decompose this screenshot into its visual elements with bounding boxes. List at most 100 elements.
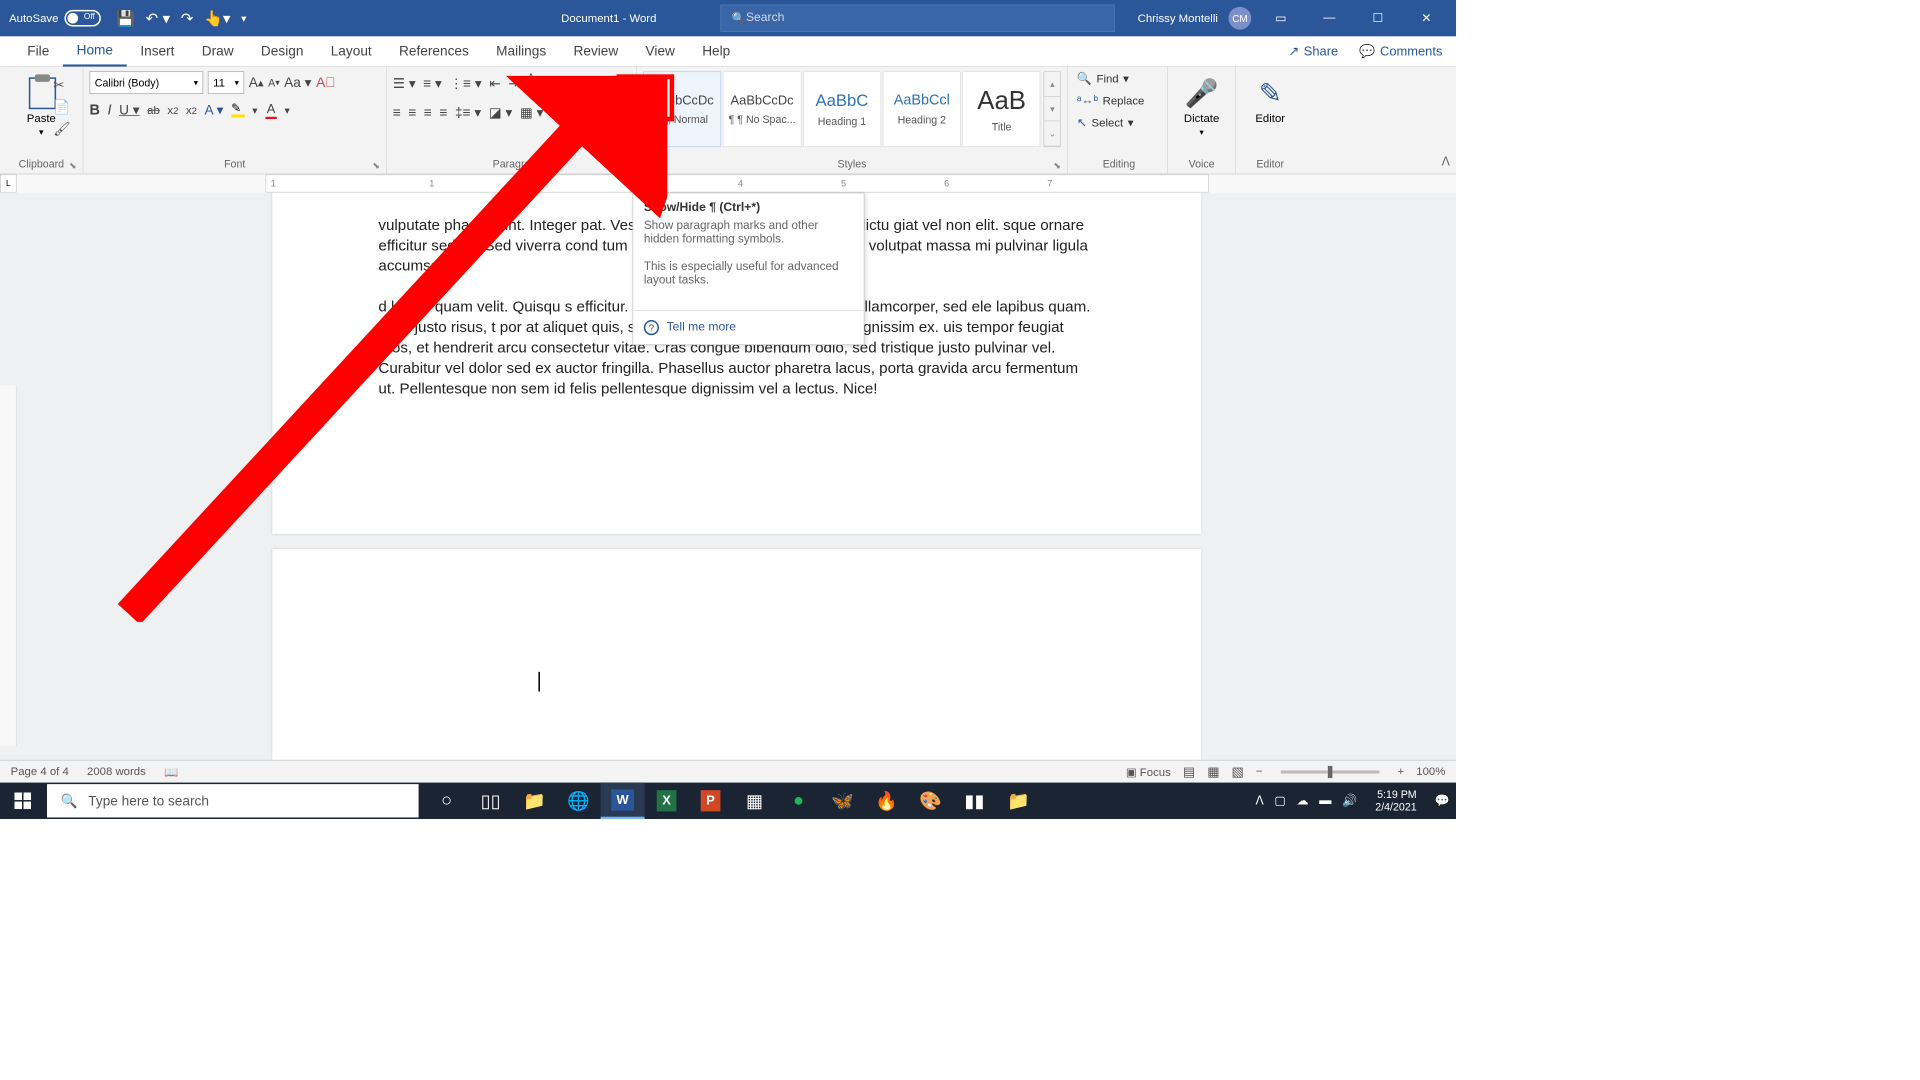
user-name[interactable]: Chrissy Montelli — [1138, 12, 1218, 25]
font-color-icon[interactable]: A — [265, 102, 277, 119]
style-nospacing[interactable]: AaBbCcDc¶ No Spac... — [723, 71, 801, 147]
document-page-2[interactable] — [272, 549, 1201, 783]
sort-icon[interactable]: AZ — [527, 71, 534, 95]
search-input[interactable] — [746, 11, 1103, 25]
vertical-ruler[interactable] — [0, 385, 17, 746]
app-icon-1[interactable]: 🦋 — [821, 783, 865, 819]
decrease-indent-icon[interactable]: ⇤ — [489, 75, 500, 91]
editor-button[interactable]: Editor — [1242, 112, 1298, 125]
volume-icon[interactable]: 🔊 — [1342, 793, 1357, 808]
file-explorer-icon[interactable]: 📁 — [513, 783, 557, 819]
ribbon-display-icon[interactable]: ▭ — [1262, 0, 1300, 36]
clipboard-dialog-launcher[interactable]: ⬊ — [69, 160, 80, 171]
style-title[interactable]: AaBTitle — [962, 71, 1040, 147]
redo-icon[interactable]: ↷ — [181, 9, 194, 28]
spotify-icon[interactable]: ● — [777, 783, 821, 819]
underline-button[interactable]: U ▾ — [119, 102, 140, 118]
dictate-button[interactable]: Dictate▾ — [1174, 112, 1229, 138]
styles-dialog-launcher[interactable]: ⬊ — [1053, 160, 1064, 171]
bullets-icon[interactable]: ☰ ▾ — [393, 75, 416, 91]
tray-icon-1[interactable]: ▢ — [1274, 793, 1285, 808]
italic-button[interactable]: I — [107, 102, 111, 119]
superscript-button[interactable]: x2 — [186, 104, 197, 117]
touch-mode-icon[interactable]: 👆▾ — [204, 9, 231, 28]
share-button[interactable]: ↗Share — [1288, 44, 1338, 59]
maximize-icon[interactable]: ☐ — [1359, 0, 1397, 36]
paste-icon[interactable] — [27, 74, 56, 109]
multilevel-icon[interactable]: ⋮≡ ▾ — [449, 75, 481, 91]
cortana-icon[interactable]: ○ — [425, 783, 469, 819]
undo-icon[interactable]: ↶ ▾ — [146, 9, 171, 28]
tab-review[interactable]: Review — [560, 36, 632, 66]
subscript-button[interactable]: x2 — [167, 104, 178, 117]
notifications-icon[interactable]: 💬 — [1435, 793, 1450, 808]
zoom-in-icon[interactable]: + — [1398, 765, 1405, 778]
select-button[interactable]: ↖Select ▾ — [1077, 115, 1161, 130]
highlight-icon[interactable] — [231, 104, 245, 118]
zoom-out-icon[interactable]: − — [1256, 765, 1263, 778]
app-icon-2[interactable]: 🔥 — [865, 783, 909, 819]
align-left-icon[interactable]: ≡ — [393, 105, 401, 121]
tab-draw[interactable]: Draw — [188, 36, 247, 66]
text-effects-icon[interactable]: A ▾ — [204, 102, 223, 118]
justify-icon[interactable]: ≡ — [439, 105, 447, 121]
grow-font-icon[interactable]: A▴ — [249, 75, 264, 91]
line-spacing-icon[interactable]: ‡≡ ▾ — [455, 105, 481, 121]
onedrive-icon[interactable]: ☁ — [1296, 793, 1308, 808]
format-painter-icon[interactable]: 🖌 — [53, 121, 70, 137]
tab-references[interactable]: References — [385, 36, 482, 66]
taskbar-search[interactable]: 🔍 Type here to search — [47, 784, 419, 817]
dictate-icon[interactable]: 🎤 — [1174, 77, 1229, 109]
close-icon[interactable]: ✕ — [1407, 0, 1445, 36]
autosave-toggle[interactable]: Off — [64, 10, 100, 27]
copy-icon[interactable]: 📄 — [53, 99, 70, 115]
replace-button[interactable]: ᵃ↔ᵇReplace — [1077, 94, 1161, 108]
font-dialog-launcher[interactable]: ⬊ — [372, 160, 383, 171]
app-icon-3[interactable]: ▮▮ — [952, 783, 996, 819]
clock-date[interactable]: 2/4/2021 — [1375, 801, 1416, 814]
font-name-select[interactable]: Calibri (Body)▾ — [89, 71, 203, 94]
proofing-icon[interactable]: 📖 — [164, 765, 178, 779]
battery-icon[interactable]: ▬ — [1319, 794, 1331, 808]
tell-me-more-link[interactable]: ? Tell me more — [633, 310, 864, 344]
tray-expand-icon[interactable]: ᐱ — [1255, 793, 1263, 808]
clear-formatting-icon[interactable]: A⃠ — [316, 75, 335, 91]
excel-icon[interactable]: X — [645, 783, 689, 819]
tab-view[interactable]: View — [632, 36, 689, 66]
paragraph-dialog-launcher[interactable]: ⬊ — [623, 160, 634, 171]
folder-icon[interactable]: 📁 — [996, 783, 1040, 819]
align-right-icon[interactable]: ≡ — [424, 105, 432, 121]
start-button[interactable] — [0, 783, 46, 819]
strikethrough-button[interactable]: ab — [147, 104, 160, 117]
zoom-level[interactable]: 100% — [1416, 765, 1445, 778]
minimize-icon[interactable]: — — [1310, 0, 1348, 36]
page-count[interactable]: Page 4 of 4 — [11, 765, 69, 778]
style-gallery-scroll[interactable]: ▴▾⌄ — [1044, 71, 1061, 147]
find-button[interactable]: 🔍Find ▾ — [1077, 71, 1161, 86]
paint-icon[interactable]: 🎨 — [908, 783, 952, 819]
increase-indent-icon[interactable]: ⇥ — [508, 75, 519, 91]
style-gallery[interactable]: AaBbCcDc¶ Normal AaBbCcDc¶ No Spac... Aa… — [643, 71, 1061, 147]
search-box[interactable]: 🔍 — [720, 5, 1114, 32]
tab-insert[interactable]: Insert — [127, 36, 188, 66]
change-case-icon[interactable]: Aa ▾ — [284, 75, 311, 91]
word-count[interactable]: 2008 words — [87, 765, 146, 778]
word-icon[interactable]: W — [601, 783, 645, 819]
tab-home[interactable]: Home — [63, 36, 127, 66]
calculator-icon[interactable]: ▦ — [733, 783, 777, 819]
numbering-icon[interactable]: ≡ ▾ — [423, 75, 442, 91]
print-layout-icon[interactable]: ▦ — [1207, 764, 1219, 779]
task-view-icon[interactable]: ▯▯ — [469, 783, 513, 819]
tab-help[interactable]: Help — [689, 36, 744, 66]
avatar[interactable]: CM — [1229, 7, 1252, 30]
bold-button[interactable]: B — [89, 102, 99, 119]
editor-icon[interactable]: ✎ — [1242, 77, 1298, 109]
tab-mailings[interactable]: Mailings — [482, 36, 559, 66]
qat-more-icon[interactable]: ▾ — [241, 12, 246, 25]
focus-mode-button[interactable]: ▣ Focus — [1126, 765, 1171, 779]
horizontal-ruler[interactable]: 1 1 2 3 4 5 6 7 — [265, 174, 1208, 192]
shading-icon[interactable]: ◪ ▾ — [489, 105, 513, 121]
comments-button[interactable]: 💬Comments — [1359, 44, 1442, 59]
powerpoint-icon[interactable]: P — [689, 783, 733, 819]
show-hide-paragraph-button[interactable]: ¶ — [617, 74, 675, 121]
